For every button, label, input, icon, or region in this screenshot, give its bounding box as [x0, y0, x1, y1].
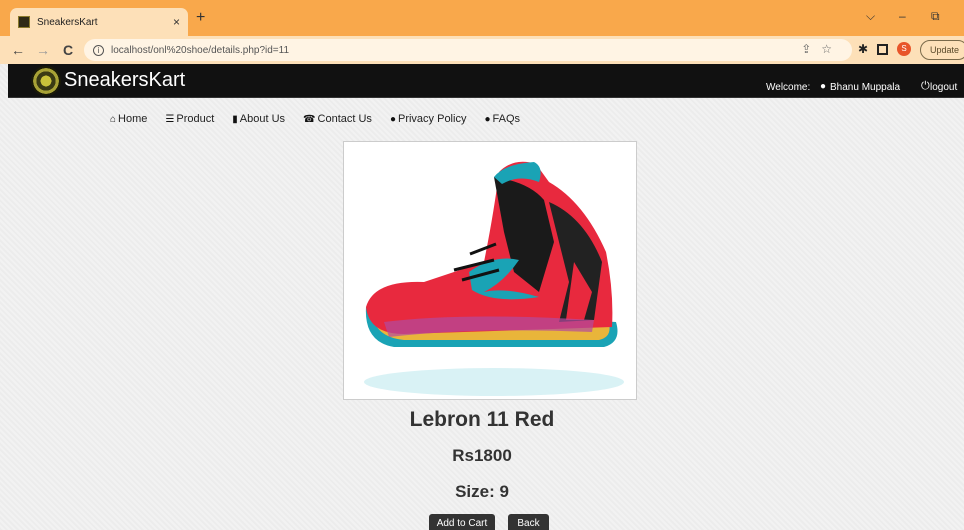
nav-label: About Us [239, 113, 286, 125]
nav-item-faqs[interactable]: ● FAQs [484, 113, 520, 125]
product-size: Size: 9 [455, 482, 509, 501]
product-price: Rs1800 [452, 446, 512, 465]
info-icon: ● [389, 113, 396, 125]
nav-label: Contact Us [317, 113, 372, 125]
list-icon: ☰ [165, 113, 175, 125]
nav-label: Privacy Policy [397, 113, 467, 125]
product-name: Lebron 11 Red [409, 408, 555, 431]
puzzle-icon[interactable]: ✱ [858, 42, 868, 56]
url-field[interactable]: i localhost/onl%20shoe/details.php?id=11… [84, 39, 852, 61]
site-brand[interactable]: SneakersKart [64, 69, 185, 92]
add-to-cart-button[interactable]: Add to Cart [429, 514, 495, 530]
logout-link[interactable]: logout [930, 82, 957, 93]
power-icon[interactable]: ⏻ [921, 80, 930, 93]
nav-item-product[interactable]: ☰ Product [165, 113, 214, 125]
profile-avatar[interactable]: S [897, 42, 912, 56]
home-icon: ⌂ [110, 113, 117, 125]
forward-nav-button[interactable]: → [36, 42, 50, 58]
bookmark-icon: ▮ [232, 113, 238, 125]
chevron-down-icon[interactable]: ⌵ [866, 9, 875, 24]
contact-icon: ☎ [303, 113, 316, 125]
nav-label: Home [118, 113, 148, 125]
back-nav-button[interactable]: ← [11, 42, 25, 58]
welcome-label: Welcome: [766, 82, 811, 93]
browser-tab[interactable]: SneakersKart × [10, 8, 188, 36]
update-button[interactable]: Update [920, 40, 964, 60]
site-header: SneakersKart Welcome: ● Bhanu Muppala ⏻ … [8, 64, 964, 98]
browser-tabstrip: SneakersKart × + ⌵ – ⧉ [0, 0, 964, 36]
user-icon: ● [820, 81, 827, 92]
favicon-icon [18, 16, 30, 28]
minimize-button[interactable]: – [899, 9, 906, 23]
nav-label: FAQs [492, 113, 521, 125]
new-tab-button[interactable]: + [196, 10, 205, 26]
site-info-icon[interactable]: i [93, 44, 104, 56]
nav-item-contact[interactable]: ☎ Contact Us [303, 113, 372, 125]
main-nav: ⌂ Home ☰ Product ▮ About Us ☎ Contact Us… [110, 113, 520, 125]
nav-item-about[interactable]: ▮ About Us [232, 113, 285, 125]
question-icon: ● [484, 113, 491, 125]
nav-label: Product [176, 113, 215, 125]
product-image [343, 141, 637, 400]
address-bar: ← → C i localhost/onl%20shoe/details.php… [0, 36, 964, 64]
nav-item-home[interactable]: ⌂ Home [110, 113, 147, 125]
username[interactable]: Bhanu Muppala [830, 82, 900, 93]
page-body: SneakersKart Welcome: ● Bhanu Muppala ⏻ … [0, 64, 964, 530]
red-sneaker-image [364, 161, 624, 396]
tab-close-button[interactable]: × [173, 15, 180, 29]
nav-item-privacy[interactable]: ● Privacy Policy [390, 113, 467, 125]
extension-icons: ✱ S [858, 42, 912, 56]
restore-button[interactable]: ⧉ [931, 9, 940, 24]
tab-title: SneakersKart [37, 16, 98, 28]
logo-icon[interactable] [31, 66, 61, 96]
share-star-icons[interactable]: ⇪☆ [801, 42, 842, 56]
side-panel-icon[interactable] [877, 43, 889, 55]
url-text[interactable]: localhost/onl%20shoe/details.php?id=11 [111, 45, 289, 56]
back-button[interactable]: Back [508, 514, 549, 530]
reload-button[interactable]: C [61, 42, 75, 58]
